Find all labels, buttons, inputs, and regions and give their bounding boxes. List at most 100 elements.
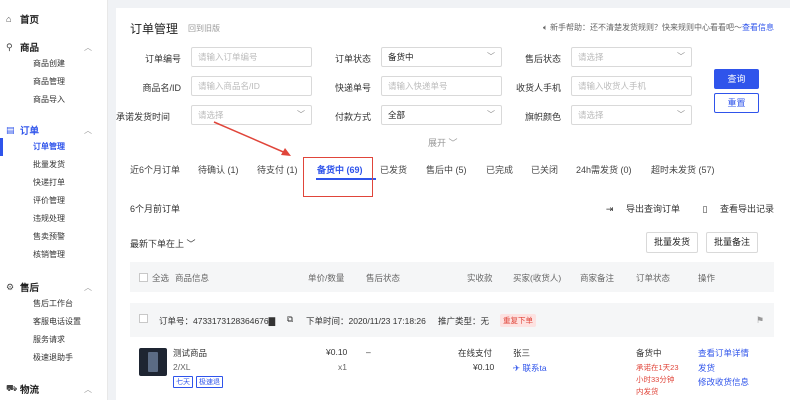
sidebar-item-fast-refund[interactable]: 极速退助手 — [6, 349, 108, 367]
tab-completed[interactable]: 已完成 — [486, 163, 513, 176]
product-name-label: 商品名/ID — [142, 83, 181, 93]
product-tags: 七天 极速退 — [173, 376, 226, 388]
sidebar-head-products[interactable]: ⚲ 商品 ︿ — [6, 39, 108, 55]
tracking-no-input[interactable]: 请输入快递单号 — [381, 76, 502, 96]
col-paid: 实收款 — [467, 273, 493, 283]
sidebar-item-sale-alert[interactable]: 售卖预警 — [6, 228, 108, 246]
ship-countdown-2: 小时33分钟 — [636, 375, 675, 384]
product-thumbnail[interactable] — [139, 348, 167, 376]
select-all[interactable]: 全选 — [139, 272, 169, 284]
sidebar-item-product-create[interactable]: 商品创建 — [6, 55, 108, 73]
query-button[interactable]: 查询 — [714, 69, 759, 89]
export-query-link[interactable]: ⇥ 导出查询订单 — [596, 204, 680, 214]
chevron-down-icon: ﹀ — [677, 110, 685, 119]
col-actions: 操作 — [698, 273, 716, 283]
main-panel: 订单管理 回到旧版 🔈︎ 新手帮助：还不清楚发货规则？快来规则中心看看吧～查看信… — [116, 8, 790, 400]
pay-method-label: 付款方式 — [334, 112, 371, 122]
chevron-up-icon: ︿ — [84, 125, 92, 135]
contact-buyer-link[interactable]: ✈︎ 联系ta — [513, 362, 547, 374]
edit-address-link[interactable]: 修改收货信息 — [698, 376, 749, 388]
sort-dropdown[interactable]: 最新下单在上 ﹀ — [130, 237, 196, 250]
product-name[interactable]: 测试商品 — [173, 347, 207, 359]
sidebar-group-logistics[interactable]: ⛟ 物流 ︿ — [0, 381, 108, 397]
order-tabs: 近6个月订单 待确认 (1) 待支付 (1) 备货中 (69) 已发货 售后中 … — [130, 161, 774, 183]
sidebar-item-verify[interactable]: 核销管理 — [6, 246, 108, 264]
order-header-bar: 订单号：4733173128364676▇ ⧉ 下单时间：2020/11/23 … — [130, 303, 774, 337]
sidebar-group-orders: ▤ 订单 ︿ 订单管理 批量发货 快递打单 评价管理 违规处理 售卖预警 核销管理 — [0, 122, 108, 264]
help-notice: 🔈︎ 新手帮助：还不清楚发货规则？快来规则中心看看吧～查看信息 — [542, 23, 774, 32]
sidebar-item-service-request[interactable]: 服务请求 — [6, 331, 108, 349]
sidebar-group-home[interactable]: ⌂ 首页 — [0, 11, 108, 27]
order-time: 下单时间：2020/11/23 17:18:26 — [306, 316, 426, 326]
promo-type: 推广类型：无 — [438, 316, 490, 326]
sidebar-head-orders[interactable]: ▤ 订单 ︿ — [6, 122, 108, 138]
sidebar-item-order-manage[interactable]: 订单管理 — [0, 138, 108, 156]
view-exports-link[interactable]: ▯ 查看导出记录 — [693, 204, 774, 214]
sidebar-item-product-import[interactable]: 商品导入 — [6, 91, 108, 109]
aftersale-status-label: 售后状态 — [524, 54, 561, 64]
chevron-down-icon: ﹀ — [487, 52, 495, 61]
col-merchant-note: 商家备注 — [580, 273, 615, 283]
table-row: 测试商品 2/XL 七天 极速退 ¥0.10 x1 – 在线支付 ¥0.10 张三… — [130, 338, 774, 400]
view-info-link[interactable]: 查看信息 — [742, 23, 774, 32]
tab-shipped[interactable]: 已发货 — [380, 163, 407, 176]
checkbox[interactable] — [139, 273, 148, 282]
chat-icon: ✈︎ — [513, 363, 521, 373]
aftersale-status-select[interactable]: 请选择 ﹀ — [571, 47, 692, 67]
repeat-order-tag: 重复下单 — [500, 314, 536, 327]
sidebar-item-violations[interactable]: 违规处理 — [6, 210, 108, 228]
sidebar-item-batch-ship[interactable]: 批量发货 — [6, 156, 108, 174]
tab-pending-payment[interactable]: 待支付 (1) — [257, 163, 298, 176]
sidebar-head-aftersale[interactable]: ⚙ 售后 ︿ — [6, 279, 108, 295]
product-spec: 2/XL — [173, 362, 191, 372]
reset-button[interactable]: 重置 — [714, 93, 759, 113]
order-status-select[interactable]: 备货中 ﹀ — [381, 47, 502, 67]
col-price-qty: 单价/数量 — [308, 273, 345, 283]
ship-link[interactable]: 发货 — [698, 362, 715, 374]
sidebar-item-product-manage[interactable]: 商品管理 — [6, 73, 108, 91]
order-status-label: 订单状态 — [334, 54, 371, 64]
back-to-old-link[interactable]: 回到旧版 — [188, 23, 220, 34]
chevron-up-icon: ︿ — [84, 282, 92, 292]
expand-toggle[interactable]: 展开 ﹀ — [428, 136, 458, 149]
sidebar-item-cs-phone[interactable]: 客服电话设置 — [6, 313, 108, 331]
six-months-ago-link[interactable]: 6个月前订单 — [130, 202, 180, 215]
aftersale-icon: ⚙ — [6, 281, 15, 292]
flag-color-select[interactable]: 请选择 ﹀ — [571, 105, 692, 125]
product-name-input[interactable]: 请输入商品名/ID — [191, 76, 312, 96]
tab-24h-ship[interactable]: 24h需发货 (0) — [576, 163, 632, 176]
batch-ship-button[interactable]: 批量发货 — [646, 232, 698, 253]
pay-method: 在线支付 — [458, 348, 493, 358]
batch-note-button[interactable]: 批量备注 — [706, 232, 758, 253]
ship-countdown-1: 承诺在1天23 — [636, 363, 679, 372]
chevron-down-icon: ﹀ — [487, 110, 495, 119]
order-checkbox[interactable] — [139, 314, 152, 324]
sidebar-item-aftersale-desk[interactable]: 售后工作台 — [6, 295, 108, 313]
tab-closed[interactable]: 已关闭 — [531, 163, 558, 176]
col-aftersale: 售后状态 — [366, 273, 401, 283]
tab-overdue[interactable]: 超时未发货 (57) — [651, 163, 715, 176]
tab-aftersale[interactable]: 售后中 (5) — [426, 163, 467, 176]
flag-icon[interactable]: ⚑ — [756, 315, 764, 326]
document-icon: ▯ — [702, 204, 708, 214]
tab-recent-6-months[interactable]: 近6个月订单 — [130, 163, 180, 176]
page-header: 订单管理 回到旧版 🔈︎ 新手帮助：还不清楚发货规则？快来规则中心看看吧～查看信… — [130, 20, 774, 36]
chevron-down-icon: ﹀ — [186, 239, 196, 249]
order-no-input[interactable]: 请输入订单编号 — [191, 47, 312, 67]
receiver-phone-input[interactable]: 请输入收货人手机 — [571, 76, 692, 96]
sidebar-item-reviews[interactable]: 评价管理 — [6, 192, 108, 210]
sidebar-item-express-print[interactable]: 快递打单 — [6, 174, 108, 192]
pay-method-select[interactable]: 全部 ﹀ — [381, 105, 502, 125]
ship-time-select[interactable]: 请选择 ﹀ — [191, 105, 312, 125]
col-status: 订单状态 — [636, 273, 671, 283]
aftersale-status: – — [366, 347, 371, 357]
speaker-icon: 🔈︎ — [542, 23, 550, 32]
buyer-name: 张三 — [513, 348, 531, 358]
home-icon: ⌂ — [6, 14, 12, 24]
table-header: 全选 商品信息 单价/数量 售后状态 实收款 买家(收货人) 商家备注 订单状态… — [130, 262, 774, 292]
chevron-down-icon: ﹀ — [677, 52, 685, 61]
order-icon: ▤ — [6, 124, 15, 135]
view-order-detail-link[interactable]: 查看订单详情 — [698, 347, 749, 359]
copy-icon[interactable]: ⧉ — [287, 314, 293, 325]
tab-pending-confirm[interactable]: 待确认 (1) — [198, 163, 239, 176]
